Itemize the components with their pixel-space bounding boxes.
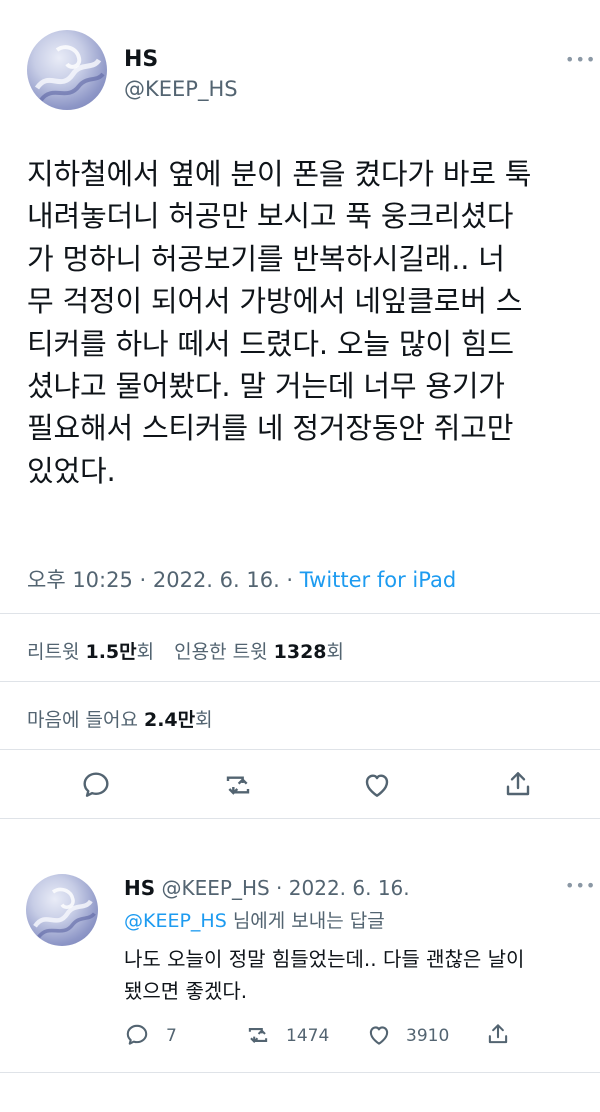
- reply-icon[interactable]: [124, 1022, 150, 1048]
- divider: [0, 681, 600, 682]
- quote-stat-suffix: 회: [326, 641, 345, 663]
- retweet-quote-stats: 리트윗 1.5만회 인용한 트윗 1328회: [27, 637, 344, 664]
- avatar-wave-image: [34, 45, 105, 102]
- retweet-stat-label: 리트윗: [27, 641, 86, 663]
- avatar[interactable]: [27, 30, 107, 110]
- retweet-stat-count: 1.5만: [85, 641, 137, 663]
- like-icon[interactable]: [365, 1022, 393, 1048]
- more-dots-icon[interactable]: •••: [565, 50, 596, 69]
- quote-stat-count: 1328: [273, 641, 327, 663]
- like-icon[interactable]: [360, 769, 394, 801]
- retweet-stat[interactable]: 리트윗 1.5만회: [27, 641, 154, 663]
- divider: [0, 613, 600, 614]
- retweet-icon[interactable]: [221, 769, 255, 801]
- avatar-wave-image: [33, 887, 96, 939]
- display-name[interactable]: HS: [124, 47, 158, 72]
- divider: [0, 749, 600, 750]
- like-stat-suffix: 회: [195, 709, 213, 731]
- tweet-text: 지하철에서 옆에 분이 폰을 켰다가 바로 툭 내려놓더니 허공만 보시고 푹 …: [27, 157, 532, 488]
- like-count: 3910: [406, 1026, 450, 1046]
- tweet-source-link[interactable]: Twitter for iPad: [300, 568, 456, 592]
- reply-header: HS @KEEP_HS · 2022. 6. 16.: [124, 876, 410, 900]
- retweet-icon[interactable]: [244, 1022, 272, 1048]
- quote-stat-label: 인용한 트윗: [174, 641, 274, 663]
- reply-handle-date[interactable]: @KEEP_HS · 2022. 6. 16.: [155, 876, 410, 900]
- reply-count: 7: [166, 1026, 177, 1046]
- tweet-timestamp[interactable]: 오후 10:25 · 2022. 6. 16. ·: [27, 568, 300, 592]
- reply-display-name[interactable]: HS: [124, 876, 155, 900]
- reply-avatar[interactable]: [26, 874, 98, 946]
- like-stat[interactable]: 마음에 들어요 2.4만회: [27, 705, 213, 732]
- quote-stat[interactable]: 인용한 트윗 1328회: [174, 641, 344, 663]
- retweet-count: 1474: [286, 1026, 330, 1046]
- more-dots-icon[interactable]: •••: [565, 876, 596, 895]
- user-handle[interactable]: @KEEP_HS: [124, 77, 238, 101]
- share-icon[interactable]: [502, 767, 534, 801]
- replying-to: @KEEP_HS 님에게 보내는 답글: [124, 906, 385, 933]
- like-stat-label: 마음에 들어요: [27, 709, 144, 731]
- divider: [0, 818, 600, 819]
- share-icon[interactable]: [485, 1020, 511, 1048]
- reply-icon[interactable]: [80, 769, 112, 801]
- replying-to-suffix: 님에게 보내는 답글: [226, 910, 385, 932]
- tweet-meta: 오후 10:25 · 2022. 6. 16. · Twitter for iP…: [27, 564, 456, 594]
- replying-to-mention[interactable]: @KEEP_HS: [124, 910, 227, 932]
- like-stat-count: 2.4만: [143, 709, 196, 731]
- retweet-stat-suffix: 회: [136, 641, 155, 663]
- divider: [0, 1072, 600, 1073]
- reply-text: 나도 오늘이 정말 힘들었는데.. 다들 괜찮은 날이 됐으면 좋겠다.: [124, 947, 525, 1003]
